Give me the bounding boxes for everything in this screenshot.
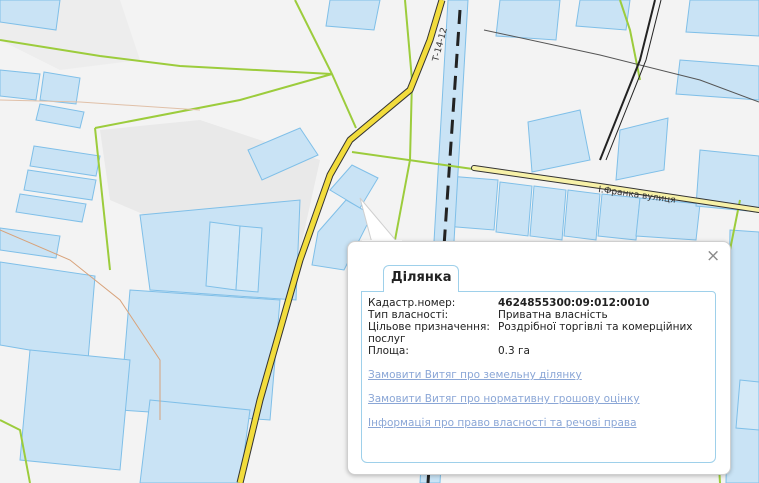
parcel[interactable] [675, 59, 759, 101]
attribute-key: Тип власності: [368, 309, 449, 321]
purpose-value: Роздрібної торгівлі та комерційних [498, 321, 693, 333]
parcel[interactable] [205, 221, 241, 291]
parcel[interactable] [495, 0, 561, 41]
parcel[interactable] [563, 189, 601, 241]
attribute-key: Кадастр.номер: [368, 297, 456, 309]
parcel[interactable] [597, 193, 641, 241]
attribute-key: Площа: [368, 345, 409, 357]
attribute-row-purpose: Цільове призначення: Роздрібної торгівлі… [368, 321, 713, 333]
parcel-details-panel: Кадастр.номер: 4624855300:09:012:0010 Ти… [361, 291, 716, 463]
parcel[interactable] [495, 181, 533, 237]
parcel[interactable] [0, 69, 41, 101]
ownership-type: Приватна власність [498, 309, 608, 321]
ownership-info-link[interactable]: Інформація про право власності та речові… [368, 417, 637, 429]
parcel[interactable] [119, 289, 281, 421]
parcel[interactable] [529, 185, 567, 241]
order-land-extract-link[interactable]: Замовити Витяг про земельну ділянку [368, 369, 582, 381]
tab-parcel[interactable]: Ділянка [383, 265, 460, 292]
attribute-key: Цільове призначення: [368, 321, 490, 333]
attribute-row-ownership: Тип власності: Приватна власність [368, 309, 713, 321]
purpose-continuation: послуг [368, 333, 406, 345]
parcel[interactable] [139, 399, 251, 483]
parcel[interactable] [735, 379, 759, 431]
close-icon[interactable]: × [706, 248, 720, 265]
parcel[interactable] [0, 261, 96, 361]
cadastral-number: 4624855300:09:012:0010 [498, 297, 650, 309]
area-value: 0.3 га [498, 345, 530, 357]
parcel[interactable] [235, 225, 263, 293]
parcel[interactable] [19, 349, 131, 471]
attribute-row-cadastral: Кадастр.номер: 4624855300:09:012:0010 [368, 297, 713, 309]
parcel-info-popup: × Ділянка Кадастр.номер: 4624855300:09:0… [347, 241, 731, 475]
attribute-row-area: Площа: 0.3 га [368, 345, 713, 357]
parcel[interactable] [325, 0, 381, 31]
order-valuation-extract-link[interactable]: Замовити Витяг про нормативну грошову оц… [368, 393, 640, 405]
parcel[interactable] [39, 71, 81, 105]
parcel-attributes: Кадастр.номер: 4624855300:09:012:0010 Ти… [368, 297, 713, 357]
parcel[interactable] [685, 0, 759, 37]
